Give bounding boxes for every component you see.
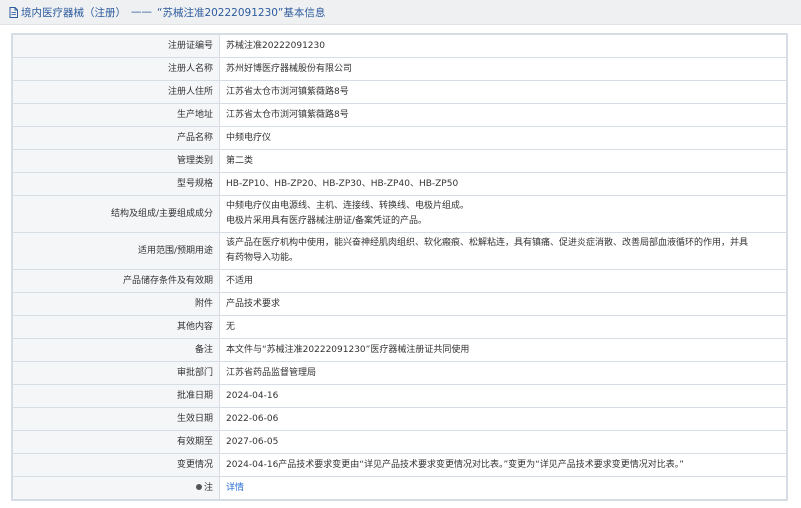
table-row: 适用范围/预期用途 该产品在医疗机构中使用，能兴奋神经肌肉组织、软化瘢痕、松解粘… — [12, 232, 787, 270]
table-row: 注册人名称 苏州好博医疗器械股份有限公司 — [12, 57, 787, 81]
value-line: 中频电疗仪由电源线、主机、连接线、转换线、电极片组成。 — [226, 201, 470, 211]
row-value: 详情 — [219, 476, 787, 500]
table-row: 产品储存条件及有效期 不适用 — [12, 269, 787, 293]
info-icon — [195, 484, 202, 490]
table-row: 备注 本文件与“苏械注准20222091230”医疗器械注册证共同使用 — [12, 338, 787, 362]
row-label: 生产地址 — [12, 103, 220, 127]
table-row: 其他内容 无 — [12, 315, 787, 339]
row-value: 无 — [219, 315, 787, 339]
row-label: 适用范围/预期用途 — [12, 232, 220, 270]
row-label-note: 注 — [12, 476, 220, 500]
row-label: 有效期至 — [12, 430, 220, 454]
row-label: 管理类别 — [12, 149, 220, 173]
table-row: 结构及组成/主要组成成分 中频电疗仪由电源线、主机、连接线、转换线、电极片组成。… — [12, 195, 787, 233]
table-row: 管理类别 第二类 — [12, 149, 787, 173]
row-label: 批准日期 — [12, 384, 220, 408]
table-row: 型号规格 HB-ZP10、HB-ZP20、HB-ZP30、HB-ZP40、HB-… — [12, 172, 787, 196]
row-value: 江苏省太仓市浏河镇紫薇路8号 — [219, 80, 787, 104]
row-label: 产品名称 — [12, 126, 220, 150]
row-label: 型号规格 — [12, 172, 220, 196]
table-row: 生产地址 江苏省太仓市浏河镇紫薇路8号 — [12, 103, 787, 127]
row-value: 2027-06-05 — [219, 430, 787, 454]
table-row: 批准日期 2024-04-16 — [12, 384, 787, 408]
row-value: 第二类 — [219, 149, 787, 173]
document-icon — [9, 6, 18, 18]
info-table: 注册证编号 苏械注准20222091230 注册人名称 苏州好博医疗器械股份有限… — [11, 33, 788, 501]
row-label: 注册人名称 — [12, 57, 220, 81]
table-row: 注册人住所 江苏省太仓市浏河镇紫薇路8号 — [12, 80, 787, 104]
page-header: 境内医疗器械（注册） —— “苏械注准20222091230”基本信息 — [0, 0, 801, 25]
row-label: 其他内容 — [12, 315, 220, 339]
row-label: 注册证编号 — [12, 34, 220, 58]
row-value: 2024-04-16 — [219, 384, 787, 408]
row-label: 产品储存条件及有效期 — [12, 269, 220, 293]
table-row: 附件 产品技术要求 — [12, 292, 787, 316]
row-label: 生效日期 — [12, 407, 220, 431]
table-row: 有效期至 2027-06-05 — [12, 430, 787, 454]
table-row: 生效日期 2022-06-06 — [12, 407, 787, 431]
row-label: 结构及组成/主要组成成分 — [12, 195, 220, 233]
row-value: 中频电疗仪由电源线、主机、连接线、转换线、电极片组成。 电极片采用具有医疗器械注… — [219, 195, 787, 233]
detail-link[interactable]: 详情 — [226, 483, 244, 493]
table-row: 注 详情 — [12, 476, 787, 500]
row-value: 产品技术要求 — [219, 292, 787, 316]
row-label: 审批部门 — [12, 361, 220, 385]
row-label: 注册人住所 — [12, 80, 220, 104]
value-line: 有药物导入功能。 — [226, 253, 299, 263]
table-row: 审批部门 江苏省药品监督管理局 — [12, 361, 787, 385]
row-value: 2024-04-16产品技术要求变更由“详见产品技术要求变更情况对比表。”变更为… — [219, 453, 787, 477]
breadcrumb-separator: —— — [131, 6, 152, 18]
row-value: 不适用 — [219, 269, 787, 293]
row-value: 该产品在医疗机构中使用，能兴奋神经肌肉组织、软化瘢痕、松解粘连，具有镇痛、促进炎… — [219, 232, 787, 270]
row-label: 附件 — [12, 292, 220, 316]
row-value: 苏械注准20222091230 — [219, 34, 787, 58]
table-row: 产品名称 中频电疗仪 — [12, 126, 787, 150]
row-value: 本文件与“苏械注准20222091230”医疗器械注册证共同使用 — [219, 338, 787, 362]
row-value: 江苏省药品监督管理局 — [219, 361, 787, 385]
row-value: 中频电疗仪 — [219, 126, 787, 150]
note-label: 注 — [203, 482, 213, 493]
value-line: 该产品在医疗机构中使用，能兴奋神经肌肉组织、软化瘢痕、松解粘连，具有镇痛、促进炎… — [226, 238, 749, 248]
table-row: 变更情况 2024-04-16产品技术要求变更由“详见产品技术要求变更情况对比表… — [12, 453, 787, 477]
row-label: 备注 — [12, 338, 220, 362]
row-value: HB-ZP10、HB-ZP20、HB-ZP30、HB-ZP40、HB-ZP50 — [219, 172, 787, 196]
page-title: “苏械注准20222091230”基本信息 — [157, 6, 326, 19]
value-line: 电极片采用具有医疗器械注册证/备案凭证的产品。 — [226, 216, 428, 226]
row-label: 变更情况 — [12, 453, 220, 477]
breadcrumb-root[interactable]: 境内医疗器械（注册） — [21, 5, 126, 20]
row-value: 2022-06-06 — [219, 407, 787, 431]
row-value: 苏州好博医疗器械股份有限公司 — [219, 57, 787, 81]
table-row: 注册证编号 苏械注准20222091230 — [12, 34, 787, 58]
row-value: 江苏省太仓市浏河镇紫薇路8号 — [219, 103, 787, 127]
